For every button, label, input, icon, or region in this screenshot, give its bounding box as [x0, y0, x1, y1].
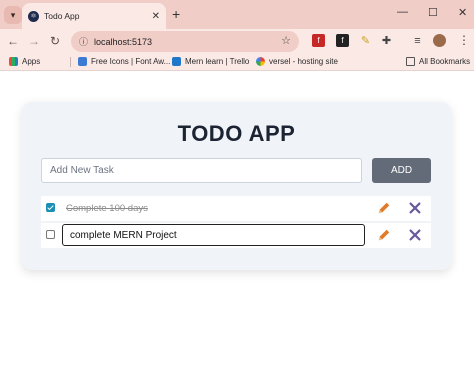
minimize-icon[interactable]: — [397, 6, 408, 18]
profile-avatar[interactable] [433, 34, 446, 47]
bookmark-label: All Bookmarks [419, 57, 471, 66]
bookmark-label: Mern learn | Trello [185, 57, 250, 66]
bookmark-label: Apps [22, 57, 41, 66]
app-title: TODO APP [177, 121, 296, 146]
todo-checkbox[interactable] [46, 203, 55, 212]
extension-flash-icon[interactable]: f [312, 34, 325, 47]
bookmark-separator [70, 57, 71, 67]
extension-dark-icon[interactable]: f [336, 34, 349, 47]
google-icon [256, 57, 265, 66]
forward-arrow-icon[interactable]: → [28, 34, 40, 48]
bookmark-apps[interactable]: Apps [9, 57, 40, 66]
apps-grid-icon [9, 57, 18, 66]
add-button[interactable]: ADD [372, 158, 431, 183]
new-task-input[interactable] [41, 158, 362, 183]
delete-x-icon[interactable] [408, 228, 422, 242]
react-favicon-icon: ⚛ [28, 10, 39, 22]
tab-title: Todo App [44, 11, 80, 21]
todo-card: TODO APP ADD Complete 100 days [22, 102, 451, 270]
trello-icon [172, 57, 181, 66]
browser-menu-icon[interactable]: ⋮ [458, 33, 470, 47]
browser-tab[interactable]: ⚛ Todo App ✕ [22, 3, 166, 29]
page-content: TODO APP ADD Complete 100 days [0, 71, 474, 375]
bookmark-star-icon[interactable]: ☆ [281, 34, 291, 47]
edit-pencil-icon[interactable] [377, 228, 391, 242]
tab-search-button[interactable]: ▾ [4, 6, 22, 24]
reading-list-icon[interactable]: ≡ [411, 34, 424, 47]
bookmark-label: versel - hosting site [269, 57, 338, 66]
todo-item [41, 223, 431, 248]
font-awesome-flag-icon [78, 57, 87, 66]
folder-icon [406, 57, 415, 66]
maximize-icon[interactable]: ☐ [428, 6, 438, 19]
todo-checkbox[interactable] [46, 230, 55, 239]
bookmark-font-awesome[interactable]: Free Icons | Font Aw... [78, 57, 170, 66]
tab-close-icon[interactable]: ✕ [152, 11, 160, 22]
close-window-icon[interactable]: ✕ [458, 6, 467, 19]
bookmark-trello[interactable]: Mern learn | Trello [172, 57, 249, 66]
bookmarks-bar: Apps Free Icons | Font Aw... Mern learn … [0, 54, 474, 71]
back-arrow-icon[interactable]: ← [7, 34, 19, 48]
browser-toolbar: ← → ↻ ⓘ localhost:5173 ☆ f f ✎ ✚ ≡ ⋮ [0, 29, 474, 54]
bookmark-vercel[interactable]: versel - hosting site [256, 57, 338, 66]
todo-text: Complete 100 days [66, 203, 148, 214]
reload-icon[interactable]: ↻ [50, 34, 60, 48]
todo-item: Complete 100 days [41, 196, 431, 221]
all-bookmarks[interactable]: All Bookmarks [406, 57, 470, 66]
extensions-puzzle-icon[interactable]: ✚ [380, 34, 393, 47]
extension-pencil-icon[interactable]: ✎ [359, 34, 372, 47]
edit-pencil-icon[interactable] [377, 201, 391, 215]
address-bar[interactable]: ⓘ localhost:5173 ☆ [71, 31, 299, 52]
browser-tab-strip: ▾ ⚛ Todo App ✕ + — ☐ ✕ [0, 0, 474, 29]
new-tab-button[interactable]: + [172, 6, 180, 22]
site-info-icon[interactable]: ⓘ [79, 35, 88, 48]
delete-x-icon[interactable] [408, 201, 422, 215]
edit-task-input[interactable] [62, 224, 365, 246]
url-text: localhost:5173 [94, 36, 153, 47]
bookmark-label: Free Icons | Font Aw... [91, 57, 171, 66]
